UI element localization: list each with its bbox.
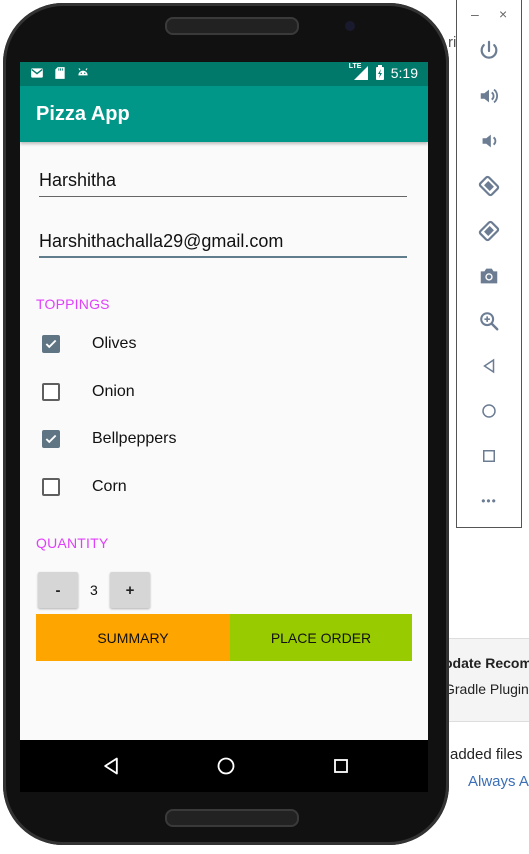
back-icon xyxy=(104,757,118,775)
place-order-button[interactable]: PLACE ORDER xyxy=(230,614,412,661)
back-icon xyxy=(483,358,495,374)
app-title: Pizza App xyxy=(36,103,130,125)
volume-down-icon xyxy=(482,134,497,148)
bellpeppers-checkbox[interactable] xyxy=(42,430,60,448)
app-bar: Pizza App xyxy=(20,86,428,142)
zoom-button[interactable] xyxy=(473,305,505,337)
status-bar: LTE 5:19 xyxy=(20,62,428,86)
nav-overview-button[interactable] xyxy=(328,753,354,779)
emu-home-button[interactable] xyxy=(473,395,505,427)
power-button[interactable] xyxy=(473,35,505,67)
checkmark-icon xyxy=(45,434,57,444)
email-field-underline xyxy=(39,256,407,258)
volume-up-icon xyxy=(480,88,498,104)
quantity-header: QUANTITY xyxy=(36,535,109,551)
corn-checkbox[interactable] xyxy=(42,478,60,496)
name-field[interactable]: Harshitha xyxy=(39,170,407,197)
zoom-icon xyxy=(480,312,499,331)
quantity-value: 3 xyxy=(90,582,98,598)
increment-button[interactable]: + xyxy=(110,572,150,608)
close-button[interactable]: × xyxy=(499,6,507,22)
minimize-button[interactable]: – xyxy=(471,6,479,22)
android-icon xyxy=(78,68,88,76)
phone-screen: LTE 5:19 Pizza App Harshitha Harshithach… xyxy=(20,62,428,740)
name-field-underline xyxy=(39,196,407,197)
topping-onion[interactable]: Onion xyxy=(42,378,135,406)
nav-back-button[interactable] xyxy=(98,753,124,779)
decrement-button[interactable]: - xyxy=(38,572,78,608)
screenshot-button[interactable] xyxy=(473,260,505,292)
summary-button[interactable]: SUMMARY xyxy=(36,614,230,661)
action-row: SUMMARY PLACE ORDER xyxy=(36,614,412,661)
status-time: 5:19 xyxy=(390,65,418,81)
topping-corn[interactable]: Corn xyxy=(42,473,127,501)
checkmark-icon xyxy=(45,339,57,349)
overview-icon xyxy=(334,759,348,773)
navigation-bar xyxy=(20,740,428,792)
rotate-right-button[interactable] xyxy=(473,215,505,247)
front-camera xyxy=(345,21,355,31)
email-field[interactable]: Harshithachalla29@gmail.com xyxy=(39,231,407,258)
more-button[interactable]: ••• xyxy=(473,485,505,517)
emulator-toolbar: – × ••• xyxy=(456,0,522,528)
overview-icon xyxy=(483,450,495,462)
volume-up-button[interactable] xyxy=(473,80,505,112)
corn-label: Corn xyxy=(92,478,127,495)
rotate-left-button[interactable] xyxy=(473,170,505,202)
lte-signal-icon: LTE xyxy=(349,63,369,81)
topping-bellpeppers[interactable]: Bellpeppers xyxy=(42,425,177,453)
home-icon xyxy=(482,404,496,418)
top-speaker xyxy=(165,17,299,35)
bottom-speaker xyxy=(165,809,299,827)
olives-checkbox[interactable] xyxy=(42,335,60,353)
power-icon xyxy=(480,40,498,59)
emu-back-button[interactable] xyxy=(473,350,505,382)
bg-card-title: odate Recom xyxy=(444,655,529,671)
bg-always-link[interactable]: Always A xyxy=(468,773,529,790)
sd-card-icon xyxy=(55,67,65,79)
emu-overview-button[interactable] xyxy=(473,440,505,472)
email-field-value: Harshithachalla29@gmail.com xyxy=(39,231,284,251)
battery-icon xyxy=(375,65,384,80)
bg-card-subtitle: Gradle Plugin xyxy=(444,681,529,697)
bg-notification-card: odate Recom Gradle Plugin xyxy=(444,638,529,722)
name-field-value: Harshitha xyxy=(39,170,117,190)
more-icon: ••• xyxy=(481,494,497,508)
volume-down-button[interactable] xyxy=(473,125,505,157)
toppings-header: TOPPINGS xyxy=(36,296,110,312)
bellpeppers-label: Bellpeppers xyxy=(92,430,177,447)
olives-label: Olives xyxy=(92,335,137,352)
onion-checkbox[interactable] xyxy=(42,383,60,401)
rotate-right-icon xyxy=(478,220,500,242)
camera-icon xyxy=(480,268,498,284)
topping-olives[interactable]: Olives xyxy=(42,330,136,358)
bg-added-files: added files xyxy=(450,746,523,763)
rotate-left-icon xyxy=(478,175,500,197)
home-icon xyxy=(217,757,235,775)
onion-label: Onion xyxy=(92,383,135,400)
gmail-icon xyxy=(31,68,43,78)
nav-home-button[interactable] xyxy=(213,753,239,779)
